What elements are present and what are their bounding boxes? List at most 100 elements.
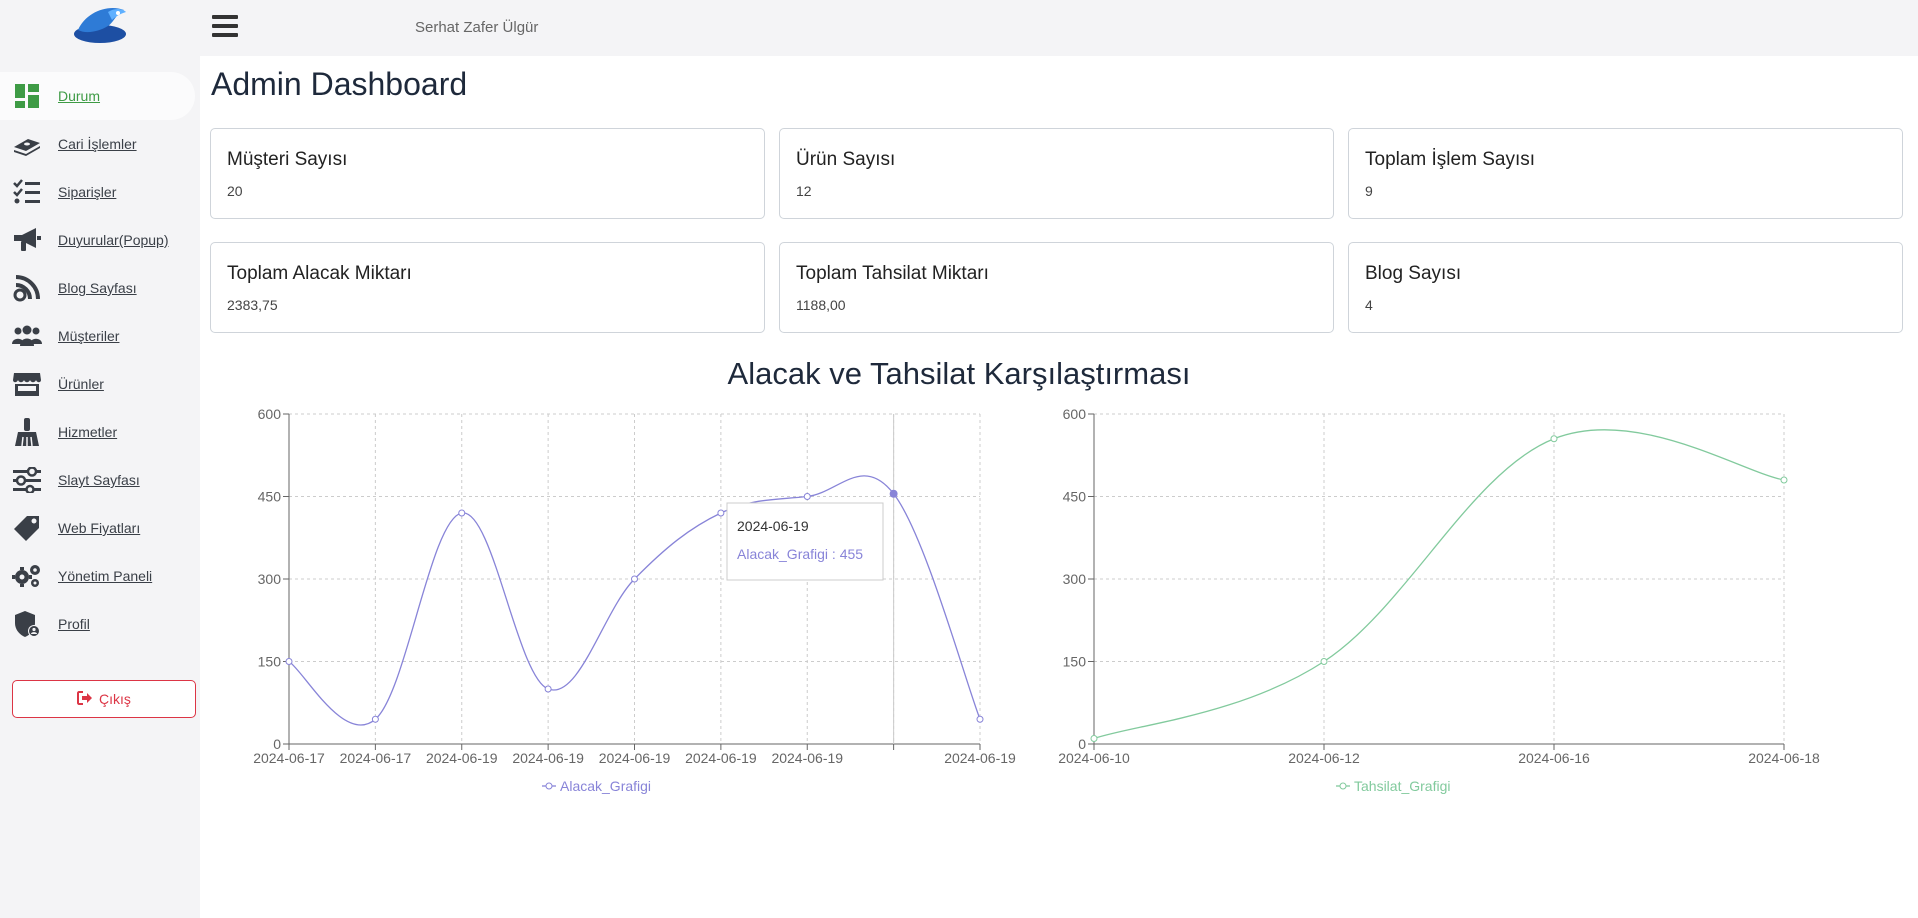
x-tick-label: 2024-06-17	[340, 750, 412, 766]
sidebar-item-duyurular[interactable]: Duyurular(Popup)	[0, 216, 200, 264]
x-tick-label: 2024-06-19	[771, 750, 843, 766]
sidebar-item-label: Blog Sayfası	[58, 280, 137, 296]
tahsilat-chart: 0 150 300 450 600 2024-06-10 2024-06-12 2024-06…	[1058, 406, 1820, 794]
stat-card-title: Toplam Tahsilat Miktarı	[796, 263, 989, 284]
y-tick-label: 300	[1063, 571, 1087, 587]
stat-card-title: Toplam Alacak Miktarı	[227, 263, 412, 284]
y-tick-label: 150	[1063, 654, 1087, 670]
stat-card-value: 4	[1365, 297, 1373, 313]
money-icon	[12, 129, 42, 159]
data-point	[1780, 476, 1788, 484]
top-bar: Serhat Zafer Ülgür	[200, 0, 1918, 56]
blog-icon	[12, 273, 42, 303]
y-tick-label: 450	[258, 489, 282, 505]
data-point	[544, 685, 552, 693]
stat-card-value: 20	[227, 183, 243, 199]
data-point	[631, 575, 638, 583]
sidebar-item-durum[interactable]: Durum	[0, 72, 195, 120]
y-tick-label: 150	[258, 654, 282, 670]
tag-icon	[12, 513, 42, 543]
x-tick-label: 2024-06-19	[944, 750, 1016, 766]
sidebar-item-label: Web Fiyatları	[58, 520, 141, 536]
sidebar-item-label: Yönetim Paneli	[58, 568, 153, 584]
data-point	[1550, 435, 1558, 443]
stat-card-title: Blog Sayısı	[1365, 263, 1462, 284]
sidebar-item-slayt[interactable]: Slayt Sayfası	[0, 456, 200, 504]
sign-out-icon	[77, 690, 93, 708]
stat-card-value: 1188,00	[796, 297, 846, 313]
data-point	[371, 715, 379, 723]
stat-card-title: Müşteri Sayısı	[227, 149, 348, 170]
series-line	[288, 475, 981, 726]
data-point	[285, 658, 293, 665]
tooltip-value: Alacak_Grafigi : 455	[737, 546, 863, 562]
stat-card-value: 2383,75	[227, 297, 278, 313]
menu-toggle-icon[interactable]	[212, 15, 238, 39]
alacak-chart: 0 150 300 450 600 2024-06-17 2024-06-17 2024-06…	[253, 406, 1016, 794]
broom-icon	[12, 417, 42, 447]
data-point	[1090, 735, 1098, 742]
logout-button[interactable]: Çıkış	[12, 680, 196, 718]
sidebar-item-web-fiyatlari[interactable]: Web Fiyatları	[0, 504, 200, 552]
sidebar-item-cari-islemler[interactable]: Cari İşlemler	[0, 120, 200, 168]
stat-card-value: 9	[1365, 183, 1373, 199]
sidebar-item-musteriler[interactable]: Müşteriler	[0, 312, 200, 360]
sidebar-item-profil[interactable]: Profil	[0, 600, 200, 648]
gears-icon	[12, 561, 42, 591]
sidebar-item-siparisler[interactable]: Siparişler	[0, 168, 200, 216]
data-point	[458, 509, 466, 517]
sidebar-item-label: Durum	[58, 88, 101, 104]
y-tick-label: 450	[1063, 489, 1087, 505]
stat-card-tahsilat: Toplam Tahsilat Miktarı 1188,00	[779, 242, 1334, 333]
stat-card-blog: Blog Sayısı 4	[1348, 242, 1903, 333]
stat-card-islem: Toplam İşlem Sayısı 9	[1348, 128, 1903, 219]
data-point	[717, 509, 725, 517]
bird-logo-icon[interactable]	[68, 4, 134, 46]
y-tick-label: 600	[1063, 406, 1087, 422]
y-tick-label: 600	[258, 406, 282, 422]
data-point	[889, 489, 898, 498]
sidebar-item-hizmetler[interactable]: Hizmetler	[0, 408, 200, 456]
sidebar-item-blog[interactable]: Blog Sayfası	[0, 264, 200, 312]
sidebar-item-label: Duyurular(Popup)	[58, 232, 169, 248]
sidebar-item-yonetim-paneli[interactable]: Yönetim Paneli	[0, 552, 200, 600]
data-point	[976, 715, 984, 723]
y-tick-label: 0	[273, 736, 281, 752]
logout-label: Çıkış	[99, 691, 131, 707]
tooltip-box	[726, 502, 884, 581]
x-tick-label: 2024-06-19	[599, 750, 671, 766]
charts-title: Alacak ve Tahsilat Karşılaştırması	[727, 356, 1191, 391]
tooltip-label: 2024-06-19	[737, 518, 809, 534]
x-tick-label: 2024-06-17	[253, 750, 325, 766]
sidebar-item-label: Profil	[58, 616, 90, 632]
stat-card-urun: Ürün Sayısı 12	[779, 128, 1334, 219]
legend-marker	[1339, 782, 1347, 790]
megaphone-icon	[12, 225, 42, 255]
sidebar-item-label: Slayt Sayfası	[58, 472, 140, 488]
stat-card-value: 12	[796, 183, 812, 199]
data-point	[803, 493, 811, 500]
list-check-icon	[12, 177, 42, 207]
users-icon	[12, 321, 42, 351]
sliders-icon	[12, 465, 42, 495]
x-tick-label: 2024-06-16	[1518, 750, 1590, 766]
sidebar-item-label: Müşteriler	[58, 328, 120, 344]
y-tick-label: 300	[258, 571, 282, 587]
x-tick-label: 2024-06-19	[512, 750, 584, 766]
y-tick-label: 0	[1078, 736, 1086, 752]
sidebar-item-label: Hizmetler	[58, 424, 118, 440]
sidebar: Durum Cari İşlemler Siparişler Duyurular…	[0, 0, 200, 918]
x-tick-label: 2024-06-10	[1058, 750, 1130, 766]
series-line	[1093, 429, 1785, 740]
sidebar-item-label: Siparişler	[58, 184, 117, 200]
stat-card-musteri: Müşteri Sayısı 20	[210, 128, 765, 219]
x-tick-label: 2024-06-19	[426, 750, 498, 766]
user-shield-icon	[12, 609, 42, 639]
x-tick-label: 2024-06-12	[1288, 750, 1360, 766]
stat-card-title: Ürün Sayısı	[796, 149, 896, 170]
stat-card-alacak: Toplam Alacak Miktarı 2383,75	[210, 242, 765, 333]
stat-card-title: Toplam İşlem Sayısı	[1365, 149, 1535, 170]
legend-marker	[545, 782, 553, 790]
sidebar-item-label: Cari İşlemler	[58, 136, 137, 152]
legend-label: Tahsilat_Grafigi	[1354, 778, 1451, 794]
